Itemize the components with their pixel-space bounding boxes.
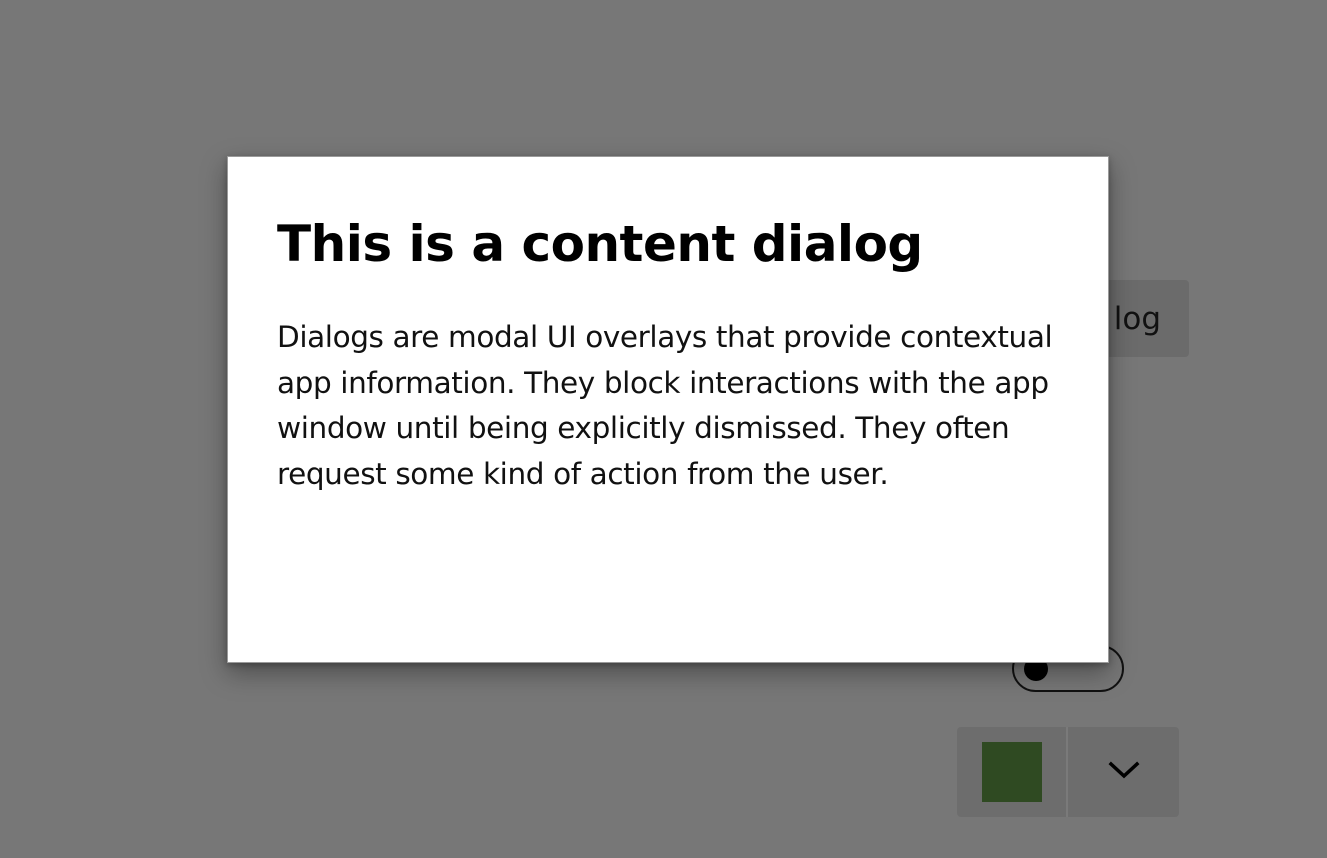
color-split-button-dropdown <box>1068 727 1179 817</box>
content-dialog: This is a content dialog Dialogs are mod… <box>227 156 1109 663</box>
show-dialog-button-label: log <box>1113 300 1161 337</box>
chevron-down-icon <box>1107 759 1141 785</box>
color-swatch <box>981 742 1042 802</box>
dialog-body-text: Dialogs are modal UI overlays that provi… <box>277 320 1053 491</box>
color-split-button <box>957 727 1179 817</box>
color-split-button-main <box>957 727 1068 817</box>
dialog-title: This is a content dialog <box>277 215 923 273</box>
